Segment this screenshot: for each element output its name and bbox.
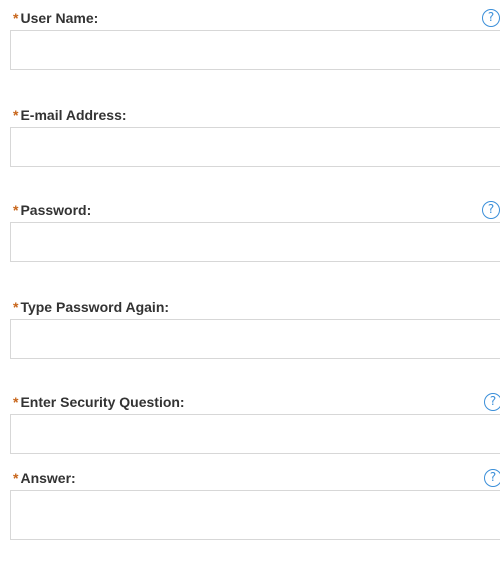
email-label: * E-mail Address: [13, 105, 127, 125]
required-marker: * [13, 394, 19, 410]
security-question-input[interactable] [10, 414, 500, 454]
required-marker: * [13, 470, 19, 486]
password-label-text: Password: [20, 202, 92, 218]
security-question-label: * Enter Security Question: [13, 392, 185, 412]
answer-label: * Answer: [13, 468, 76, 488]
confirm-password-label-text: Type Password Again: [20, 299, 170, 315]
registration-form: * User Name: ? * E-mail Address: * Password… [0, 0, 500, 563]
answer-label-text: Answer: [20, 470, 76, 486]
required-marker: * [13, 299, 19, 315]
user-name-label-text: User Name: [20, 10, 99, 26]
answer-help-icon[interactable]: ? [484, 469, 500, 487]
user-name-help-icon[interactable]: ? [482, 9, 500, 27]
password-label: * Password: [13, 200, 91, 220]
user-name-input[interactable] [10, 30, 500, 70]
required-marker: * [13, 202, 19, 218]
required-marker: * [13, 107, 19, 123]
password-input[interactable] [10, 222, 500, 262]
user-name-label: * User Name: [13, 8, 98, 28]
confirm-password-input[interactable] [10, 319, 500, 359]
email-input[interactable] [10, 127, 500, 167]
email-label-text: E-mail Address: [20, 107, 127, 123]
security-question-help-icon[interactable]: ? [484, 393, 500, 411]
confirm-password-label: * Type Password Again: [13, 297, 169, 317]
answer-input[interactable] [10, 490, 500, 540]
required-marker: * [13, 10, 19, 26]
security-question-label-text: Enter Security Question: [20, 394, 185, 410]
password-help-icon[interactable]: ? [482, 201, 500, 219]
